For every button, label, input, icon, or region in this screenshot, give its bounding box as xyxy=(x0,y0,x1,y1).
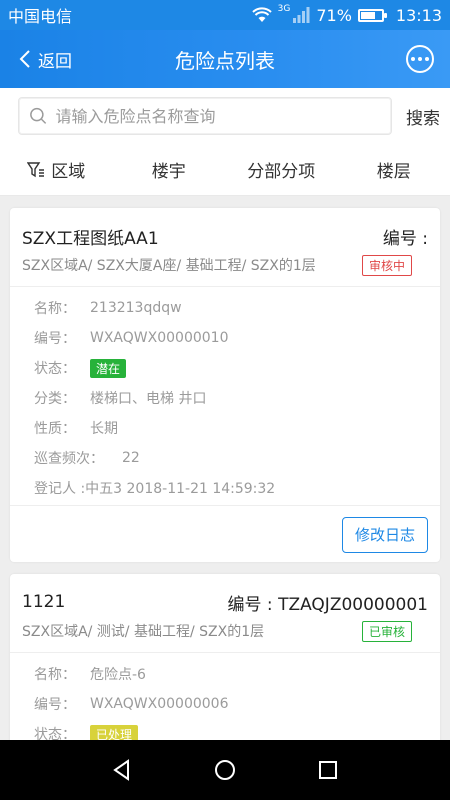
clock: 13:13 xyxy=(395,5,442,25)
filter-label: 楼层 xyxy=(376,162,411,182)
hazard-path: SZX区域A/ 测试/ 基础工程/ SZX的1层 xyxy=(22,624,265,640)
search-input[interactable] xyxy=(55,106,381,126)
detail-state: 状态： 潜在 xyxy=(34,353,428,383)
signal-icon xyxy=(293,7,310,23)
nav-header: 返回 危险点列表 xyxy=(0,30,450,88)
status-badge: 审核中 xyxy=(361,254,412,276)
hazard-code: 编号 : TZAQJZ00000001 xyxy=(227,594,428,615)
status-badge: 已审核 xyxy=(361,620,412,642)
filter-area[interactable]: 区域 xyxy=(0,157,113,182)
status-bar: 中国电信 3G 71% 13:13 xyxy=(0,0,450,30)
hazard-path: SZX区域A/ SZX大厦A座/ 基础工程/ SZX的1层 xyxy=(22,258,316,274)
dot-icon xyxy=(425,57,429,61)
battery-percent: 71% xyxy=(316,5,352,25)
filter-label: 区域 xyxy=(51,162,86,182)
search-button[interactable]: 搜索 xyxy=(406,104,440,129)
hazard-title: 1121 xyxy=(22,592,66,612)
back-button[interactable]: 返回 xyxy=(18,30,72,88)
hazard-card[interactable]: 1121 编号 : TZAQJZ00000001 SZX区域A/ 测试/ 基础工… xyxy=(10,574,440,754)
filter-label: 分部分项 xyxy=(247,162,316,182)
back-triangle-icon[interactable] xyxy=(109,757,135,783)
detail-nature: 性质： 长期 xyxy=(34,421,118,437)
search-row: 搜索 xyxy=(0,88,450,144)
detail-category: 分类： 楼梯口、电梯 井口 xyxy=(34,391,207,407)
detail-code: 编号： WXAQWX00000010 xyxy=(34,330,229,347)
network-type: 3G xyxy=(277,4,291,14)
hazard-card[interactable]: SZX工程图纸AA1 编号 : SZX区域A/ SZX大厦A座/ 基础工程/ S… xyxy=(10,208,440,562)
hazard-title: SZX工程图纸AA1 xyxy=(22,228,159,249)
more-options-button[interactable] xyxy=(406,45,434,73)
carrier-name: 中国电信 xyxy=(8,7,73,26)
search-box[interactable] xyxy=(18,97,392,135)
filter-building[interactable]: 楼宇 xyxy=(113,157,226,182)
filter-division[interactable]: 分部分项 xyxy=(225,157,338,182)
edit-log-button[interactable]: 修改日志 xyxy=(342,516,428,553)
state-badge: 潜在 xyxy=(90,358,127,378)
home-circle-icon[interactable] xyxy=(212,757,238,783)
detail-registrar: 登记人 : 中五3 2018-11-21 14:59:32 xyxy=(34,481,276,497)
hazard-details: 名称： 213213qdqw 编号： WXAQWX00000010 状态： 潜在 分类… xyxy=(10,286,440,505)
detail-code: 编号： WXAQWX00000006 xyxy=(34,696,229,713)
battery-fill xyxy=(360,11,376,19)
detail-name: 名称： 213213qdqw xyxy=(34,300,182,317)
battery-icon xyxy=(357,8,387,22)
hazard-code: 编号 : xyxy=(382,228,428,249)
filter-bar: 区域 楼宇 分部分项 楼层 xyxy=(0,144,450,196)
search-icon xyxy=(30,107,47,124)
filter-floor[interactable]: 楼层 xyxy=(338,157,450,182)
dot-icon xyxy=(411,57,415,61)
hazard-details: 名称： 危险点-6 编号： WXAQWX00000006 状态： 已处理 xyxy=(10,652,440,751)
filter-label: 楼宇 xyxy=(151,162,186,182)
wifi-icon xyxy=(251,7,272,22)
detail-frequency: 巡查频次： 22 xyxy=(34,450,140,467)
dot-icon xyxy=(418,57,422,61)
chevron-left-icon xyxy=(19,50,30,68)
back-label: 返回 xyxy=(38,51,72,72)
filter-icon xyxy=(27,161,45,177)
detail-name: 名称： 危险点-6 xyxy=(34,667,146,683)
recents-square-icon[interactable] xyxy=(315,757,341,783)
system-nav-bar xyxy=(0,740,450,800)
